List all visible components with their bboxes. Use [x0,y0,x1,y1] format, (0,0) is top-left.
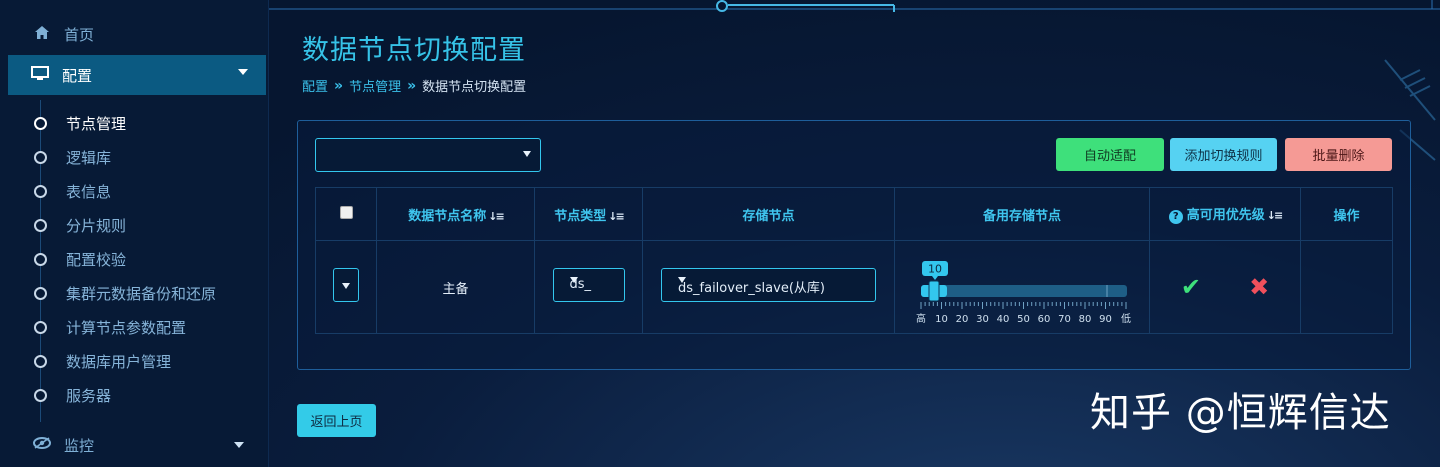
back-button[interactable]: 返回上页 [297,404,376,437]
breadcrumb: 配置 » 节点管理 » 数据节点切换配置 [302,76,527,96]
check-icon[interactable]: ✔ [1181,273,1201,301]
sidebar-item-monitor[interactable]: 监控 [0,426,266,464]
sidebar-subitem-label: 服务器 [66,386,112,405]
slider-tick-label: 10 [935,314,948,325]
slider-tick-label: 高 [916,312,926,325]
chevron-down-icon [342,283,350,289]
slider-tick-label: 80 [1079,314,1092,325]
standby-node-cell: ds_failover_slave(从库) [642,240,895,334]
sidebar-item-config[interactable]: 配置 [8,55,266,95]
header-standby-node: 备用存储节点 [894,187,1150,241]
slider-tick-label: 90 [1099,314,1112,325]
slider-ticks [920,302,1127,309]
auto-adapt-button[interactable]: 自动适配 [1056,138,1164,171]
header-node-name[interactable]: 数据节点名称 ↓≡ [376,187,535,241]
close-icon[interactable]: ✖ [1249,273,1269,301]
home-icon [32,25,52,43]
sidebar-subitem[interactable]: 计算节点参数配置 [0,312,266,342]
sidebar-subitem[interactable]: 表信息 [0,176,266,206]
eye-icon [32,437,52,453]
slider-tick-label: 60 [1038,314,1051,325]
sidebar-subitem-label: 配置校验 [66,250,127,269]
add-switch-rule-button[interactable]: 添加切换规则 [1170,138,1277,171]
bullet-icon [34,151,47,164]
breadcrumb-separator-icon: » [407,77,417,94]
sidebar-item-label: 配置 [62,66,93,85]
monitor-icon [30,65,50,85]
chevron-down-icon [678,277,686,283]
watermark: 知乎 @恒辉信达 [1090,390,1391,436]
bullet-icon [34,287,47,300]
table-row: 主备 ds_ ds_failover_slave(从库) 10 高 10 20 … [315,240,1393,334]
batch-delete-button[interactable]: 批量删除 [1285,138,1392,171]
slider-tick-label: 40 [997,314,1010,325]
header-node-type[interactable]: 节点类型 ↓≡ [534,187,643,241]
sidebar-subitem[interactable]: 分片规则 [0,210,266,240]
slider-tick-label: 20 [956,314,969,325]
slider-handle[interactable] [928,280,940,302]
sidebar-subitem[interactable]: 数据库用户管理 [0,346,266,376]
header-actions: 操作 [1300,187,1393,241]
sidebar-item-home[interactable]: 首页 [0,15,266,53]
breadcrumb-item-config[interactable]: 配置 [302,76,328,95]
sidebar-subitem-label: 集群元数据备份和还原 [66,284,217,303]
row-expand-select[interactable] [333,268,359,302]
slider-tick-label: 低 [1121,312,1131,325]
header-priority[interactable]: ? 高可用优先级 ↓≡ [1149,187,1301,241]
chevron-down-icon [523,151,531,157]
select-all-checkbox[interactable] [339,205,353,219]
sidebar-subitem[interactable]: 逻辑库 [0,142,266,172]
sidebar-subitem-label: 分片规则 [66,216,127,235]
table-header-row: 数据节点名称 ↓≡ 节点类型 ↓≡ 存储节点 备用存储节点 ? 高可用优先级 ↓≡ 操作 [315,187,1393,241]
standby-node-select[interactable]: ds_failover_slave(从库) [661,268,876,302]
bullet-icon [34,185,47,198]
sidebar-subitem-label: 数据库用户管理 [66,352,172,371]
breadcrumb-item-node-management[interactable]: 节点管理 [349,76,401,95]
sidebar-subitem-label: 逻辑库 [66,148,112,167]
bullet-icon [34,321,47,334]
breadcrumb-current: 数据节点切换配置 [422,80,527,95]
sidebar-subitem-label: 节点管理 [66,114,127,133]
sidebar-subitem[interactable]: 集群元数据备份和还原 [0,278,266,308]
filter-select[interactable] [315,138,541,172]
slider-tick-labels: 高 10 20 30 40 50 60 70 80 90 低 [916,312,1131,325]
priority-actions-cell: ✔ ✖ [1149,240,1301,334]
sidebar-item-label: 首页 [64,25,95,44]
header-storage-node: 存储节点 [642,187,895,241]
actions-cell [1300,240,1393,334]
bullet-icon [34,219,47,232]
sidebar-subitem-label: 计算节点参数配置 [66,318,187,337]
switch-rule-table: 数据节点名称 ↓≡ 节点类型 ↓≡ 存储节点 备用存储节点 ? 高可用优先级 ↓≡ 操作… [315,187,1393,334]
bullet-icon [34,355,47,368]
storage-node-cell: ds_ [534,240,643,334]
sidebar-subitem-label: 表信息 [66,182,112,201]
slider-value-label: 10 [928,263,942,276]
row-expand-cell [315,240,377,334]
slider-tick-label: 70 [1058,314,1071,325]
sort-icon[interactable]: ↓≡ [1267,209,1284,222]
sidebar-subitem[interactable]: 服务器 [0,380,266,410]
node-type-cell: 主备 [376,240,535,334]
bullet-icon [34,117,47,130]
sidebar-item-label: 监控 [64,436,95,455]
priority-slider-cell: 10 高 10 20 30 40 50 60 70 80 90 低 [894,240,1150,334]
sort-icon[interactable]: ↓≡ [488,210,505,223]
chevron-down-icon [238,69,248,75]
bullet-icon [34,253,47,266]
storage-node-select[interactable]: ds_ [552,268,625,302]
sidebar-subitem[interactable]: 配置校验 [0,244,266,274]
sidebar: 首页 配置 节点管理逻辑库表信息分片规则配置校验集群元数据备份和还原 计算节点参数… [0,0,269,467]
sidebar-subitem[interactable]: 节点管理 [0,108,266,138]
breadcrumb-separator-icon: » [334,77,344,94]
chevron-down-icon [569,277,578,283]
bullet-icon [34,389,47,402]
chevron-down-icon [234,442,244,448]
header-select-all [315,187,377,241]
page-title: 数据节点切换配置 [302,35,526,66]
slider-tick-label: 50 [1017,314,1030,325]
sort-icon[interactable]: ↓≡ [608,210,625,223]
priority-slider[interactable]: 10 高 10 20 30 40 50 60 70 80 90 低 [907,245,1137,325]
question-icon[interactable]: ? [1168,210,1183,224]
slider-tick-label: 30 [976,314,989,325]
